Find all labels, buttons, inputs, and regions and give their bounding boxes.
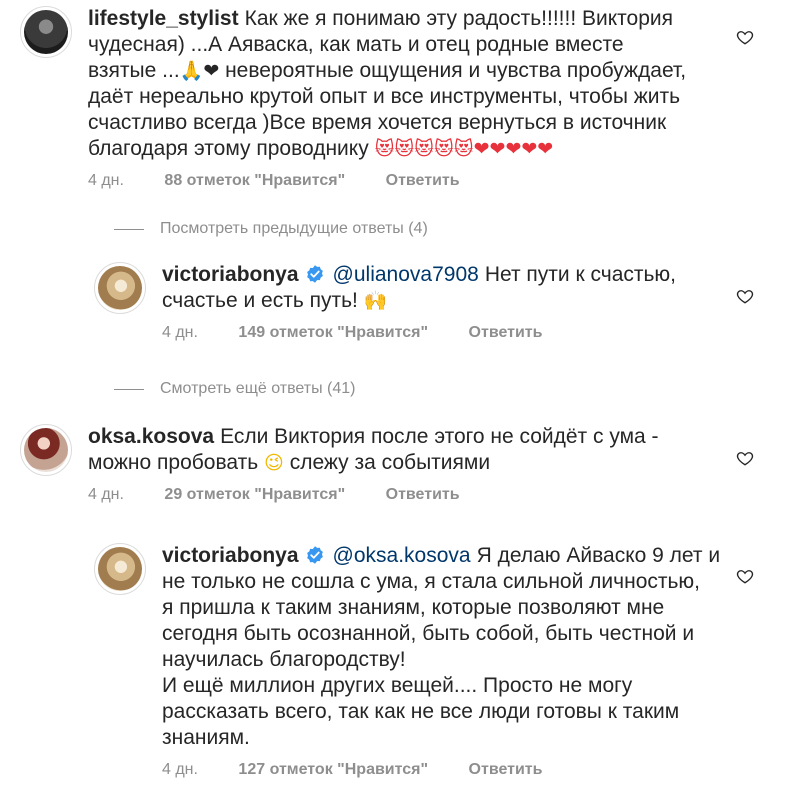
comment-text-line: счастливо всегда )Все время хочется верн… [88, 111, 667, 134]
likes-count-button[interactable]: 127 отметок "Нравится" [238, 761, 428, 778]
comment-victoriabonya-reply: victoriabonya @ulianova7908 Нет пути к сча… [94, 262, 734, 342]
comment-body: lifestyle_stylist Как же я понимаю эту ра… [88, 6, 686, 190]
reply-button[interactable]: Ответить [469, 324, 543, 341]
comment-body: oksa.kosova Если Виктория после этого не … [88, 424, 659, 504]
mention-link[interactable]: @oksa.kosova [333, 544, 471, 567]
user-avatar-image [98, 547, 142, 591]
emoji-wink: 😉 [264, 452, 284, 474]
mention-link[interactable]: @ulianova7908 [333, 263, 479, 286]
comment-meta: 4 дн. 149 отметок "Нравится" Ответить [162, 324, 676, 342]
heart-icon[interactable] [736, 28, 754, 46]
comment-text-line: я пришла к таким знаниям, которые позвол… [162, 596, 665, 619]
comment-body: victoriabonya @oksa.kosova Я делаю Айваско… [162, 543, 720, 779]
verified-badge-icon [306, 265, 323, 283]
comment-text-line: Как же я понимаю эту радость!!!!!! Викто… [244, 7, 674, 30]
verified-badge-icon [306, 546, 323, 564]
user-avatar-image [24, 10, 68, 54]
comment-meta: 4 дн. 127 отметок "Нравится" Ответить [162, 761, 720, 779]
view-previous-replies-button[interactable]: Посмотреть предыдущие ответы (4) [114, 220, 428, 238]
emoji-pray-heart: 🙏❤ [179, 60, 220, 82]
reply-button[interactable]: Ответить [386, 172, 460, 189]
comment-text-line: чудесная) ...А Аяваска, как мать и отец … [88, 33, 624, 56]
comment-time[interactable]: 4 дн. [88, 172, 124, 189]
likes-count-button[interactable]: 29 отметок "Нравится" [164, 486, 345, 503]
likes-count-button[interactable]: 88 отметок "Нравится" [164, 172, 345, 189]
username-link[interactable]: victoriabonya [162, 263, 299, 286]
comment-meta: 4 дн. 88 отметок "Нравится" Ответить [88, 172, 686, 190]
username-link[interactable]: lifestyle_stylist [88, 7, 239, 30]
avatar[interactable] [94, 262, 146, 314]
view-more-replies-button[interactable]: Смотреть ещё ответы (41) [114, 380, 356, 398]
heart-icon[interactable] [736, 449, 754, 467]
comment-text-line: можно пробовать [88, 451, 259, 474]
heart-icon[interactable] [736, 287, 754, 305]
comment-time[interactable]: 4 дн. [162, 324, 198, 341]
comment-text-line: Нет пути к счастью, [484, 263, 677, 286]
comment-text: victoriabonya @oksa.kosova Я делаю Айваско… [162, 543, 720, 751]
comment-text-line: рассказать всего, так как не все люди го… [162, 700, 680, 723]
comment-text-line: слежу за событиями [289, 451, 491, 474]
username-link[interactable]: oksa.kosova [88, 425, 214, 448]
comment-text-line: не только не сошла с ума, я стала сильно… [162, 570, 701, 593]
comment-text-line: И ещё миллион других вещей.... Просто не… [162, 674, 633, 697]
comment-text-line: взятые ... [88, 59, 180, 82]
view-previous-replies-label: Посмотреть предыдущие ответы (4) [160, 220, 428, 237]
emoji-raised-hands: 🙌 [363, 290, 388, 312]
username-link[interactable]: victoriabonya [162, 544, 299, 567]
avatar[interactable] [20, 424, 72, 476]
likes-count-button[interactable]: 149 отметок "Нравится" [238, 324, 428, 341]
heart-icon[interactable] [736, 567, 754, 585]
comment-text: oksa.kosova Если Виктория после этого не … [88, 424, 659, 476]
avatar[interactable] [94, 543, 146, 595]
comment-text-line: даёт нереально крутой опыт и все инструм… [88, 85, 681, 108]
comment-text-line: Если Виктория после этого не сойдёт с ум… [220, 425, 659, 448]
divider-line [114, 388, 144, 390]
comment-text: lifestyle_stylist Как же я понимаю эту ра… [88, 6, 686, 162]
comment-victoriabonya-reply: victoriabonya @oksa.kosova Я делаю Айваско… [94, 543, 734, 779]
comment-text-line: невероятные ощущения и чувства пробуждае… [225, 59, 687, 82]
comment-time[interactable]: 4 дн. [162, 761, 198, 778]
reply-button[interactable]: Ответить [386, 486, 460, 503]
comment-text-line: научилась благородству! [162, 648, 406, 671]
comment-text-line: благодаря этому проводнику [88, 137, 369, 160]
user-avatar-image [98, 266, 142, 310]
comment-body: victoriabonya @ulianova7908 Нет пути к сча… [162, 262, 676, 342]
avatar[interactable] [20, 6, 72, 58]
user-avatar-image [24, 428, 68, 472]
comment-text-line: знаниям. [162, 726, 250, 749]
comment-text-line: счастье и есть путь! [162, 289, 358, 312]
divider-line [114, 228, 144, 230]
view-more-replies-label: Смотреть ещё ответы (41) [160, 380, 356, 397]
comment-oksa-kosova: oksa.kosova Если Виктория после этого не … [20, 424, 720, 504]
comment-text-line: Я делаю Айваско 9 лет и [476, 544, 721, 567]
comment-time[interactable]: 4 дн. [88, 486, 124, 503]
comment-meta: 4 дн. 29 отметок "Нравится" Ответить [88, 486, 659, 504]
comment-lifestyle-stylist: lifestyle_stylist Как же я понимаю эту ра… [20, 6, 720, 190]
comment-text-line: сегодня быть осознанной, быть собой, быт… [162, 622, 695, 645]
comment-text: victoriabonya @ulianova7908 Нет пути к сча… [162, 262, 676, 314]
emoji-cats-hearts: 😻😻😻😻😻❤❤❤❤❤ [374, 138, 554, 160]
reply-button[interactable]: Ответить [469, 761, 543, 778]
